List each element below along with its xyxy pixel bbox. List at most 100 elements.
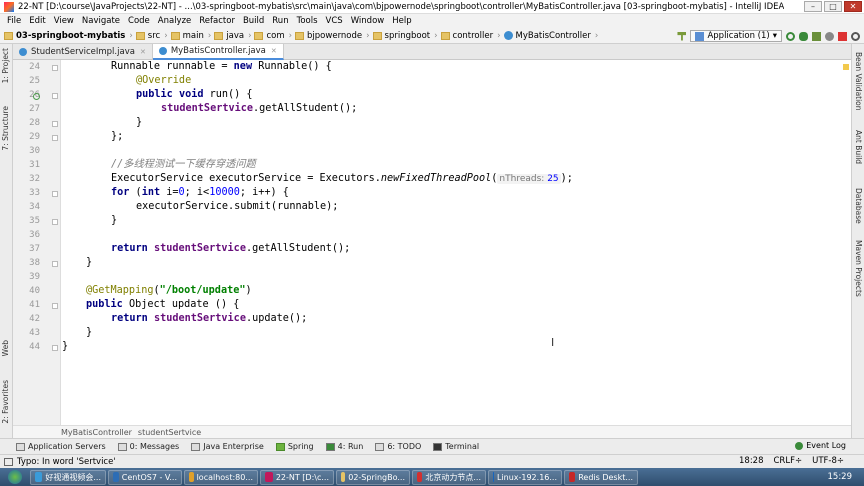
- tool-ant-build[interactable]: Ant Build: [854, 130, 863, 164]
- fold-marker-icon[interactable]: [52, 191, 58, 197]
- menu-run[interactable]: Run: [268, 16, 292, 26]
- code-line-32: ExecutorService executorService = Execut…: [111, 173, 573, 184]
- tool-project[interactable]: 1: Project: [1, 48, 10, 83]
- debug-icon[interactable]: [799, 31, 808, 41]
- run-icon: [325, 442, 335, 451]
- tool-run[interactable]: 4: Run: [325, 442, 363, 451]
- tool-messages[interactable]: 0: Messages: [117, 442, 179, 451]
- tool-application-servers[interactable]: Application Servers: [16, 442, 106, 451]
- code-crumb-class[interactable]: MyBatisController: [61, 428, 132, 437]
- menu-edit[interactable]: Edit: [25, 16, 49, 26]
- menu-navigate[interactable]: Navigate: [78, 16, 124, 26]
- fold-marker-icon[interactable]: [52, 219, 58, 225]
- line-number: 35: [29, 216, 40, 226]
- file-encoding[interactable]: UTF-8÷: [812, 456, 844, 466]
- folder-icon: [214, 31, 224, 40]
- menu-help[interactable]: Help: [388, 16, 415, 26]
- tool-spring[interactable]: Spring: [275, 442, 314, 451]
- crumb-bjpowernode[interactable]: bjpowernode ›: [295, 31, 370, 41]
- rerun-icon[interactable]: [786, 31, 795, 41]
- search-icon[interactable]: [851, 31, 860, 41]
- maximize-button[interactable]: □: [824, 1, 842, 12]
- tool-java-enterprise[interactable]: Java Enterprise: [191, 442, 264, 451]
- menu-code[interactable]: Code: [124, 16, 154, 26]
- taskbar-item-bjpowernode[interactable]: 北京动力节点...: [412, 469, 486, 485]
- tool-database[interactable]: Database: [854, 188, 863, 224]
- line-number: 30: [29, 146, 40, 156]
- run-config-select[interactable]: Application (1) ▾: [690, 30, 782, 42]
- close-tab-icon[interactable]: ✕: [140, 48, 146, 56]
- profile-icon[interactable]: [825, 31, 834, 41]
- stop-icon[interactable]: [838, 31, 847, 41]
- crumb-project[interactable]: 03-springboot-mybatis ›: [4, 31, 133, 41]
- coverage-icon[interactable]: [812, 31, 821, 41]
- status-toggle-icon[interactable]: [4, 457, 13, 466]
- fold-marker-icon[interactable]: [52, 303, 58, 309]
- tool-maven-projects[interactable]: Maven Projects: [854, 240, 863, 297]
- tool-web[interactable]: Web: [1, 340, 10, 356]
- tab-student-service-impl[interactable]: StudentServiceImpl.java ✕: [13, 44, 153, 60]
- taskbar-item-browser[interactable]: localhost:80...: [184, 469, 258, 485]
- tool-todo[interactable]: 6: TODO: [375, 442, 421, 451]
- code-crumb-field[interactable]: studentSertvice: [138, 428, 201, 437]
- menu-refactor[interactable]: Refactor: [195, 16, 239, 26]
- fold-marker-icon[interactable]: [52, 93, 58, 99]
- fold-marker-icon[interactable]: [52, 121, 58, 127]
- taskbar-item-intellij[interactable]: 22-NT [D:\c...: [260, 469, 334, 485]
- nav-toolbar: Application (1) ▾: [677, 30, 860, 42]
- taskbar-item-folder[interactable]: 02-SpringBo...: [336, 469, 410, 485]
- crumb-controller[interactable]: controller ›: [440, 31, 501, 41]
- fold-marker-icon[interactable]: [52, 65, 58, 71]
- crumb-java[interactable]: java ›: [214, 31, 251, 41]
- tab-mybatis-controller[interactable]: MyBatisController.java ✕: [152, 44, 284, 60]
- crumb-springboot[interactable]: springboot ›: [372, 31, 438, 41]
- line-number: 34: [29, 202, 40, 212]
- code-editor[interactable]: 24 25 26 27 28 29 30 31 32 33 34 35 36 3…: [13, 60, 851, 425]
- fold-marker-icon[interactable]: [52, 135, 58, 141]
- crumb-com[interactable]: com ›: [254, 31, 292, 41]
- redis-icon: [569, 472, 576, 482]
- taskbar-item-linux[interactable]: Linux-192.16...: [488, 469, 562, 485]
- taskbar-item-centos[interactable]: CentOS7 - V...: [108, 469, 182, 485]
- minimize-button[interactable]: –: [804, 1, 822, 12]
- tool-favorites[interactable]: 2: Favorites: [1, 380, 10, 424]
- editor-tabs: StudentServiceImpl.java ✕ MyBatisControll…: [13, 44, 851, 60]
- line-separator[interactable]: CRLF÷: [774, 456, 803, 466]
- inspection-status-icon[interactable]: [843, 64, 849, 70]
- event-log-icon: [795, 441, 804, 450]
- tool-structure[interactable]: 7: Structure: [1, 106, 10, 151]
- app-icon: [417, 472, 423, 482]
- menu-view[interactable]: View: [50, 16, 78, 26]
- taskbar-item-video-conf[interactable]: 好视通视频会...: [30, 469, 106, 485]
- crumb-src[interactable]: src ›: [135, 31, 168, 41]
- line-number: 27: [29, 104, 40, 114]
- fold-marker-icon[interactable]: [52, 261, 58, 267]
- fold-marker-icon[interactable]: [52, 345, 58, 351]
- menu-bar: File Edit View Navigate Code Analyze Ref…: [0, 14, 864, 28]
- event-log-button[interactable]: Event Log: [795, 441, 846, 450]
- close-button[interactable]: ✕: [844, 1, 862, 12]
- menu-window[interactable]: Window: [347, 16, 389, 26]
- title-bar: 22-NT [D:\course\JavaProjects\22-NT] - .…: [0, 0, 864, 14]
- code-line-27: studentSertvice.getAllStudent();: [161, 103, 358, 114]
- menu-file[interactable]: File: [3, 16, 25, 26]
- tool-terminal[interactable]: Terminal: [433, 442, 479, 451]
- messages-icon: [117, 442, 127, 451]
- mouse-cursor-icon: I: [551, 336, 555, 349]
- build-hammer-icon[interactable]: [677, 31, 687, 41]
- system-clock[interactable]: 15:29: [828, 472, 853, 482]
- override-gutter-icon[interactable]: [33, 93, 40, 100]
- start-button[interactable]: [0, 468, 30, 486]
- taskbar-item-redis[interactable]: Redis Deskt...: [564, 469, 638, 485]
- crumb-main[interactable]: main ›: [170, 31, 211, 41]
- menu-build[interactable]: Build: [239, 16, 268, 26]
- caret-position[interactable]: 18:28: [739, 456, 764, 466]
- menu-tools[interactable]: Tools: [293, 16, 322, 26]
- folder-icon: [254, 31, 264, 40]
- close-tab-icon[interactable]: ✕: [271, 47, 277, 55]
- tool-bean-validation[interactable]: Bean Validation: [854, 52, 863, 111]
- crumb-class[interactable]: MyBatisController ›: [503, 31, 598, 41]
- menu-analyze[interactable]: Analyze: [154, 16, 196, 26]
- intellij-icon: [265, 472, 273, 482]
- menu-vcs[interactable]: VCS: [322, 16, 347, 26]
